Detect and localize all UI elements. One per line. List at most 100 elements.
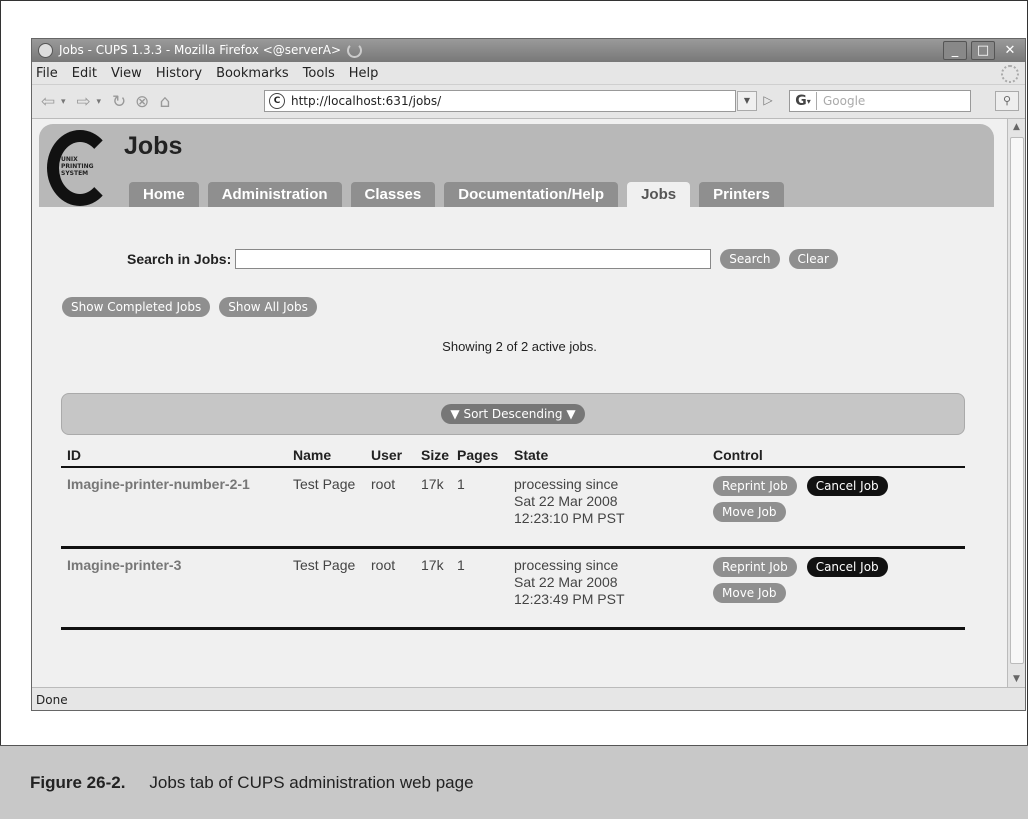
job-size: 17k: [421, 476, 444, 492]
menu-view[interactable]: View: [111, 66, 142, 81]
job-state: processing since Sat 22 Mar 2008 12:23:4…: [514, 557, 713, 627]
jobs-search-row: Search in Jobs: Search Clear: [127, 249, 838, 269]
menu-help[interactable]: Help: [349, 66, 379, 81]
header-name: Name: [293, 447, 332, 463]
show-all-jobs-button[interactable]: Show All Jobs: [219, 297, 317, 317]
table-row: Imagine-printer-number-2-1 Test Page roo…: [61, 468, 965, 549]
state-line: 12:23:49 PM PST: [514, 591, 625, 607]
home-icon[interactable]: ⌂: [155, 92, 175, 112]
header-state: State: [514, 446, 549, 463]
go-arrow-icon[interactable]: ▷: [759, 91, 777, 109]
header-user: User: [371, 447, 403, 463]
tab-printers[interactable]: Printers: [699, 182, 784, 207]
browser-window: Jobs - CUPS 1.3.3 - Mozilla Firefox <@se…: [31, 38, 1026, 711]
search-label: Search in Jobs:: [127, 251, 232, 267]
tab-home[interactable]: Home: [129, 182, 199, 207]
header-control: Control: [713, 447, 763, 463]
loading-icon: [347, 43, 363, 58]
back-dropdown-icon[interactable]: ▾: [61, 97, 66, 107]
show-completed-jobs-button[interactable]: Show Completed Jobs: [62, 297, 211, 317]
job-name: Test Page: [293, 476, 356, 492]
menu-edit[interactable]: Edit: [72, 66, 97, 81]
menu-tools[interactable]: Tools: [303, 66, 335, 81]
page-content: UNIX PRINTING SYSTEM Jobs Home Administr…: [32, 119, 1007, 687]
state-line: processing since: [514, 476, 619, 492]
minimize-icon[interactable]: _: [943, 41, 967, 60]
jobs-table: ID Name User Size Pages State Control Im…: [61, 444, 965, 630]
menu-history[interactable]: History: [156, 66, 202, 81]
header-id: ID: [67, 447, 81, 463]
google-engine-icon[interactable]: G ▾: [790, 92, 817, 110]
job-id-link[interactable]: Imagine-printer-3: [61, 557, 293, 627]
menu-file[interactable]: File: [36, 66, 58, 81]
header-size: Size: [421, 447, 450, 463]
close-icon[interactable]: ✕: [999, 42, 1021, 59]
stop-icon[interactable]: ⊗: [132, 92, 152, 112]
cups-header: UNIX PRINTING SYSTEM Jobs Home Administr…: [39, 124, 994, 207]
page-title: Jobs: [124, 132, 183, 160]
magnifier-icon[interactable]: ⚲: [995, 91, 1019, 111]
state-line: 12:23:10 PM PST: [514, 510, 625, 526]
table-header-row: ID Name User Size Pages State Control: [61, 444, 965, 468]
title-bar: Jobs - CUPS 1.3.3 - Mozilla Firefox <@se…: [32, 39, 1025, 62]
forward-arrow-icon[interactable]: ⇨: [74, 92, 94, 112]
job-state: processing since Sat 22 Mar 2008 12:23:1…: [514, 476, 713, 546]
firefox-icon: [38, 43, 53, 58]
jobs-search-input[interactable]: [235, 249, 712, 269]
job-user: root: [371, 476, 396, 492]
header-pages: Pages: [457, 447, 499, 463]
job-id-link[interactable]: Imagine-printer-number-2-1: [61, 476, 293, 546]
state-line: processing since: [514, 557, 619, 573]
search-button[interactable]: Search: [720, 249, 780, 269]
web-search-input[interactable]: G ▾ Google: [789, 90, 971, 112]
back-arrow-icon[interactable]: ⇦: [38, 92, 58, 112]
job-controls: Reprint Job Cancel Job Move Job: [713, 476, 965, 546]
menu-bookmarks[interactable]: Bookmarks: [216, 66, 289, 81]
navigation-toolbar: ⇦ ▾ ⇨ ▾ ↻ ⊗ ⌂ C http://localhost:631/job…: [32, 85, 1025, 119]
window-title: Jobs - CUPS 1.3.3 - Mozilla Firefox <@se…: [59, 43, 943, 58]
job-size: 17k: [421, 557, 444, 573]
show-jobs-row: Show Completed Jobs Show All Jobs: [62, 297, 326, 317]
tab-documentation-help[interactable]: Documentation/Help: [444, 182, 619, 207]
scrollbar-thumb[interactable]: [1010, 137, 1024, 664]
job-name: Test Page: [293, 557, 356, 573]
search-placeholder: Google: [823, 94, 866, 108]
tab-classes[interactable]: Classes: [350, 182, 436, 207]
job-user: root: [371, 557, 396, 573]
state-line: Sat 22 Mar 2008: [514, 493, 618, 509]
reprint-job-button[interactable]: Reprint Job: [713, 557, 797, 577]
table-row: Imagine-printer-3 Test Page root 17k 1 p…: [61, 549, 965, 630]
tab-administration[interactable]: Administration: [207, 182, 342, 207]
cups-favicon-icon: C: [269, 93, 285, 109]
maximize-icon[interactable]: □: [971, 41, 995, 60]
clear-button[interactable]: Clear: [788, 249, 838, 269]
sort-descending-button[interactable]: ▼ Sort Descending ▼: [441, 404, 585, 424]
jobs-summary: Showing 2 of 2 active jobs.: [442, 339, 597, 354]
status-bar: Done: [32, 687, 1025, 710]
tab-bar: Home Administration Classes Documentatio…: [129, 182, 793, 207]
menu-bar: File Edit View History Bookmarks Tools H…: [32, 62, 1025, 85]
tab-jobs[interactable]: Jobs: [627, 182, 691, 207]
move-job-button[interactable]: Move Job: [713, 502, 786, 522]
throbber-icon: [1001, 65, 1019, 83]
cancel-job-button[interactable]: Cancel Job: [806, 557, 888, 577]
figure-caption-text: Jobs tab of CUPS administration web page: [149, 772, 474, 792]
scroll-down-icon[interactable]: ▼: [1008, 671, 1025, 687]
reprint-job-button[interactable]: Reprint Job: [713, 476, 797, 496]
cups-logo-text: UNIX PRINTING SYSTEM: [61, 156, 94, 177]
reload-icon[interactable]: ↻: [109, 92, 129, 112]
forward-dropdown-icon[interactable]: ▾: [97, 97, 102, 107]
url-text: http://localhost:631/jobs/: [291, 94, 442, 108]
cancel-job-button[interactable]: Cancel Job: [806, 476, 888, 496]
sort-bar: ▼ Sort Descending ▼: [61, 393, 965, 435]
url-bar[interactable]: C http://localhost:631/jobs/: [264, 90, 736, 112]
state-line: Sat 22 Mar 2008: [514, 574, 618, 590]
move-job-button[interactable]: Move Job: [713, 583, 786, 603]
job-pages: 1: [457, 557, 465, 573]
status-text: Done: [36, 692, 68, 707]
vertical-scrollbar[interactable]: ▲ ▼: [1007, 119, 1025, 687]
scroll-up-icon[interactable]: ▲: [1008, 119, 1025, 135]
cups-logo: UNIX PRINTING SYSTEM: [41, 128, 113, 208]
job-controls: Reprint Job Cancel Job Move Job: [713, 557, 965, 627]
url-dropdown-icon[interactable]: ▼: [737, 91, 757, 111]
